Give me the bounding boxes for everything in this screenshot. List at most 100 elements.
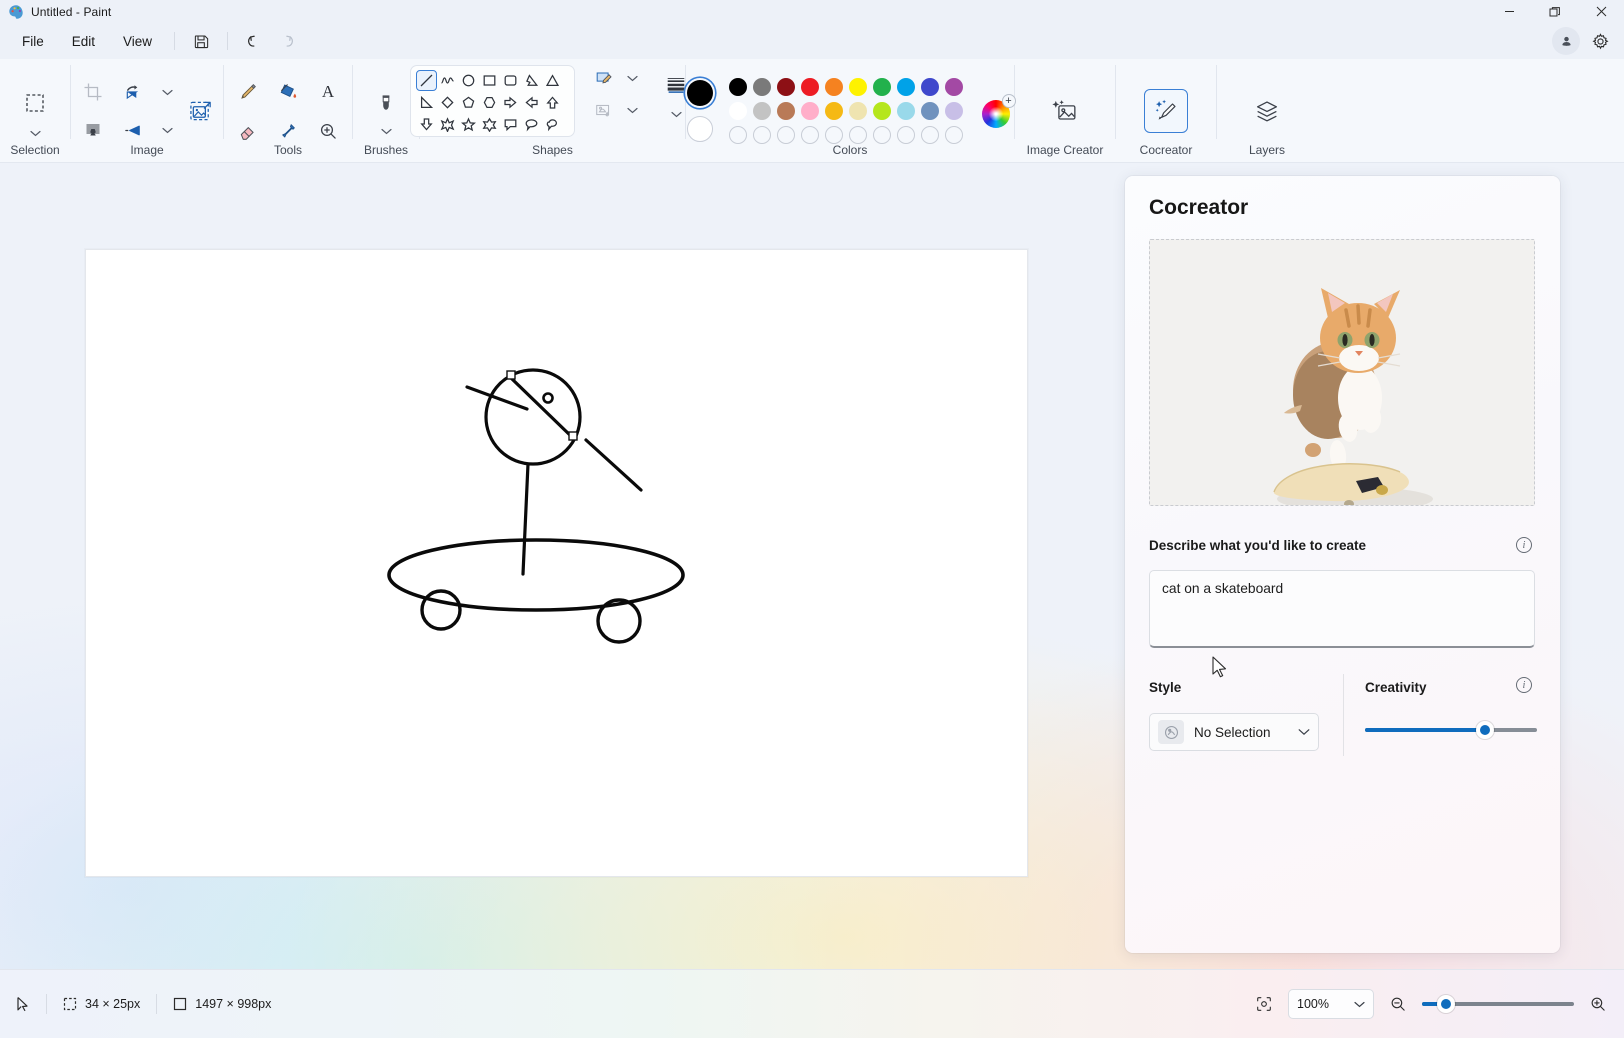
primary-color-swatch[interactable] <box>685 78 715 108</box>
zoom-level-select[interactable]: 100% <box>1288 989 1374 1019</box>
creativity-slider[interactable] <box>1365 719 1537 741</box>
zoom-out-icon[interactable] <box>1384 990 1412 1018</box>
color-swatch-2-4[interactable] <box>799 100 822 123</box>
drawing-canvas[interactable] <box>85 249 1028 877</box>
brushes-chevron-down-icon[interactable] <box>373 122 399 140</box>
shape-pentagon[interactable] <box>458 92 479 113</box>
color-swatch-1-2[interactable] <box>751 76 774 99</box>
color-swatch-2-7[interactable] <box>871 100 894 123</box>
flip-chevron-down-icon[interactable] <box>154 121 180 139</box>
shape-outline-chevron-down-icon[interactable] <box>619 69 645 87</box>
group-tools-label: Tools <box>273 143 302 157</box>
maximize-restore-button[interactable] <box>1532 0 1578 23</box>
plus-icon[interactable]: + <box>1001 94 1016 108</box>
shape-fill-icon[interactable] <box>589 97 619 123</box>
shape-arrow-down[interactable] <box>416 114 437 135</box>
shape-six-point-star[interactable] <box>479 114 500 135</box>
shape-triangle[interactable] <box>542 70 563 91</box>
zoom-slider-thumb[interactable] <box>1437 995 1455 1013</box>
rectangular-selection-icon[interactable] <box>16 84 54 122</box>
color-swatch-2-2[interactable] <box>751 100 774 123</box>
shape-outline-icon[interactable] <box>589 65 619 91</box>
zoom-in-icon[interactable] <box>1584 990 1612 1018</box>
image-creator-icon[interactable] <box>1043 89 1087 133</box>
save-icon[interactable] <box>185 27 217 55</box>
cocreator-divider <box>1343 674 1344 756</box>
rotate-chevron-down-icon[interactable] <box>154 83 180 101</box>
close-button[interactable] <box>1578 0 1624 23</box>
shape-callout-round[interactable] <box>521 114 542 135</box>
shape-diamond[interactable] <box>437 92 458 113</box>
cocreator-preview[interactable] <box>1149 239 1535 506</box>
prompt-label: Describe what you'd like to create <box>1149 538 1366 553</box>
color-wheel-icon[interactable]: + <box>981 94 1016 128</box>
creativity-slider-thumb[interactable] <box>1476 721 1494 739</box>
color-swatch-1-5[interactable] <box>823 76 846 99</box>
color-swatch-1-3[interactable] <box>775 76 798 99</box>
color-swatch-1-4[interactable] <box>799 76 822 99</box>
layers-icon[interactable] <box>1245 89 1289 133</box>
color-swatch-1-7[interactable] <box>871 76 894 99</box>
color-swatch-1-1[interactable] <box>727 76 750 99</box>
menu-edit[interactable]: Edit <box>60 29 107 54</box>
shape-right-triangle[interactable] <box>416 92 437 113</box>
minimize-button[interactable] <box>1486 0 1532 23</box>
fit-to-window-icon[interactable] <box>1250 990 1278 1018</box>
prompt-info-icon[interactable]: i <box>1516 537 1532 553</box>
color-swatch-1-9[interactable] <box>919 76 942 99</box>
color-swatch-2-5[interactable] <box>823 100 846 123</box>
account-icon[interactable] <box>1552 27 1580 55</box>
resize-image-icon[interactable] <box>182 92 220 130</box>
creativity-info-icon[interactable]: i <box>1516 677 1532 693</box>
shape-rounded-rectangle[interactable] <box>500 70 521 91</box>
shape-arrow-right[interactable] <box>500 92 521 113</box>
text-icon[interactable]: A <box>309 72 347 110</box>
chevron-down-icon[interactable] <box>1298 728 1310 736</box>
shape-polygon[interactable] <box>521 70 542 91</box>
color-swatch-2-1[interactable] <box>727 100 750 123</box>
shape-callout-rect[interactable] <box>500 114 521 135</box>
color-swatch-fill <box>753 126 771 144</box>
color-swatch-2-10[interactable] <box>943 100 966 123</box>
color-swatch-2-9[interactable] <box>919 100 942 123</box>
shape-hexagon[interactable] <box>479 92 500 113</box>
color-swatch-1-8[interactable] <box>895 76 918 99</box>
style-dropdown[interactable]: No Selection <box>1149 713 1319 751</box>
color-swatch-fill <box>777 78 795 96</box>
crop-icon[interactable] <box>74 73 112 111</box>
color-swatch-2-6[interactable] <box>847 100 870 123</box>
shape-callout-cloud[interactable] <box>542 114 563 135</box>
rotate-icon[interactable] <box>114 73 152 111</box>
chevron-down-icon[interactable] <box>1354 1001 1365 1008</box>
color-swatch-fill <box>849 78 867 96</box>
pencil-icon[interactable] <box>229 72 267 110</box>
color-swatch-fill <box>825 102 843 120</box>
menu-file[interactable]: File <box>10 29 56 54</box>
shape-extra-2[interactable] <box>437 136 458 137</box>
shape-arrow-left[interactable] <box>521 92 542 113</box>
color-swatch-1-10[interactable] <box>943 76 966 99</box>
menu-view[interactable]: View <box>111 29 164 54</box>
shape-curve[interactable] <box>437 70 458 91</box>
selection-chevron-down-icon[interactable] <box>22 124 48 142</box>
shape-extra-1[interactable] <box>416 136 437 137</box>
shape-line[interactable] <box>416 70 437 91</box>
shape-four-point-star[interactable] <box>437 114 458 135</box>
undo-icon[interactable] <box>238 27 270 55</box>
cocreator-icon[interactable] <box>1144 89 1188 133</box>
color-swatch-2-8[interactable] <box>895 100 918 123</box>
shape-five-point-star[interactable] <box>458 114 479 135</box>
shape-fill-chevron-down-icon[interactable] <box>619 101 645 119</box>
prompt-input[interactable] <box>1149 570 1535 648</box>
shape-arrow-up[interactable] <box>542 92 563 113</box>
color-swatch-1-6[interactable] <box>847 76 870 99</box>
creativity-label: Creativity <box>1365 680 1427 695</box>
shape-rectangle[interactable] <box>479 70 500 91</box>
color-swatch-2-3[interactable] <box>775 100 798 123</box>
secondary-color-swatch[interactable] <box>685 114 715 144</box>
brush-icon[interactable] <box>367 84 405 122</box>
shape-oval[interactable] <box>458 70 479 91</box>
fill-bucket-icon[interactable] <box>269 72 307 110</box>
zoom-slider[interactable] <box>1422 994 1574 1014</box>
gear-icon[interactable] <box>1584 26 1616 56</box>
